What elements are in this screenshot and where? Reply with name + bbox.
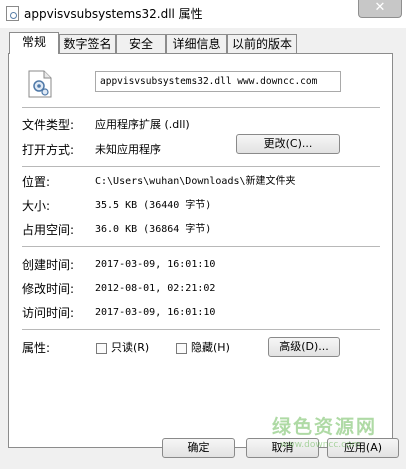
attributes-label: 属性: xyxy=(22,341,51,355)
tab-digital-signatures[interactable]: 数字签名 xyxy=(59,34,116,53)
file-type-value: 应用程序扩展 (.dll) xyxy=(95,118,190,131)
location-label: 位置: xyxy=(22,175,51,189)
tab-previous-versions[interactable]: 以前的版本 xyxy=(227,34,297,53)
size-on-disk-label: 占用空间: xyxy=(22,223,75,237)
window-title: appvisvsubsystems32.dll 属性 xyxy=(24,7,203,21)
close-button[interactable]: ✕ xyxy=(358,0,402,18)
opens-with-value: 未知应用程序 xyxy=(95,143,161,156)
change-button[interactable]: 更改(C)... xyxy=(236,134,340,154)
dialog-body: 常规 数字签名 安全 详细信息 以前的版本 appvisvsubsystems3… xyxy=(0,28,406,469)
hidden-checkbox[interactable] xyxy=(176,343,187,354)
file-icon xyxy=(6,6,19,21)
size-value: 35.5 KB (36440 字节) xyxy=(95,200,212,211)
divider xyxy=(22,166,380,167)
size-label: 大小: xyxy=(22,199,51,213)
hidden-label: 隐藏(H) xyxy=(191,341,230,354)
readonly-label: 只读(R) xyxy=(111,341,150,354)
filename-field[interactable]: appvisvsubsystems32.dll www.downcc.com xyxy=(95,71,341,92)
tab-general[interactable]: 常规 xyxy=(9,32,59,54)
size-on-disk-value: 36.0 KB (36864 字节) xyxy=(95,224,212,235)
dll-gear-file-icon xyxy=(28,70,52,98)
readonly-checkbox[interactable] xyxy=(96,343,107,354)
divider xyxy=(22,246,380,247)
watermark: 绿色资源网 www.downcc.com xyxy=(272,412,392,460)
watermark-text: 绿色资源网 xyxy=(272,416,378,438)
created-label: 创建时间: xyxy=(22,258,75,272)
created-value: 2017-03-09, 16:01:10 xyxy=(95,259,216,270)
modified-value: 2012-08-01, 02:21:02 xyxy=(95,283,216,294)
ok-button[interactable]: 确定 xyxy=(162,438,235,458)
general-tab-panel: appvisvsubsystems32.dll www.downcc.com 文… xyxy=(8,53,393,448)
opens-with-label: 打开方式: xyxy=(22,143,75,157)
file-type-label: 文件类型: xyxy=(22,118,75,132)
divider xyxy=(22,329,380,330)
tab-security[interactable]: 安全 xyxy=(116,34,166,53)
modified-label: 修改时间: xyxy=(22,282,75,296)
divider xyxy=(22,107,380,108)
accessed-label: 访问时间: xyxy=(22,306,75,320)
watermark-url: www.downcc.com xyxy=(280,440,361,450)
tab-details[interactable]: 详细信息 xyxy=(166,34,227,53)
advanced-button[interactable]: 高级(D)... xyxy=(268,337,340,357)
title-bar[interactable]: appvisvsubsystems32.dll 属性 ✕ xyxy=(0,0,406,28)
location-value: C:\Users\wuhan\Downloads\新建文件夹 xyxy=(95,176,296,187)
accessed-value: 2017-03-09, 16:01:10 xyxy=(95,307,216,318)
